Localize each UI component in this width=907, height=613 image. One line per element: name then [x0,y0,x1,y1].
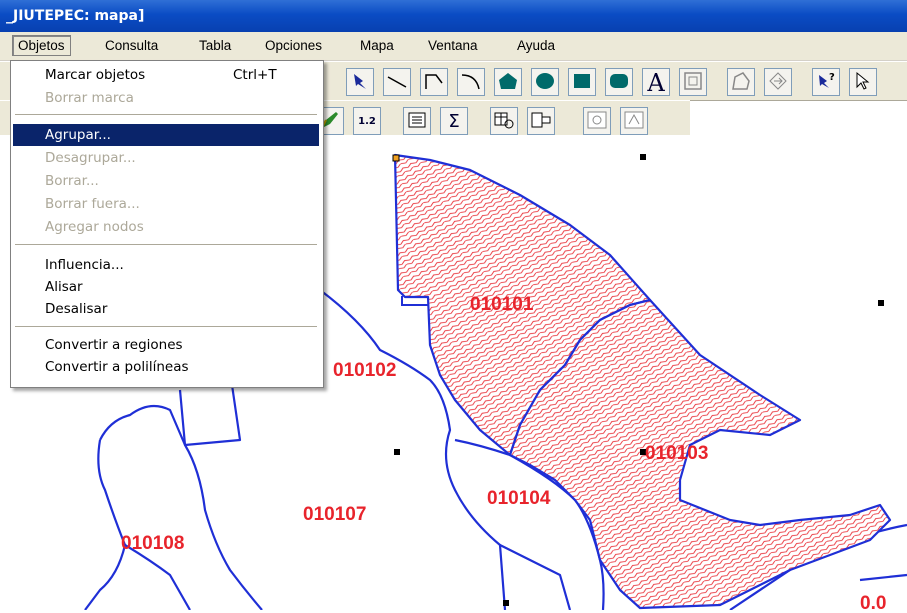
menu-item-convertir-regiones[interactable]: Convertir a regiones [13,334,319,356]
window-title-bar[interactable]: _JIUTEPEC: mapa] [0,0,907,32]
menu-item-label: Agrupar... [45,127,111,143]
menu-item-influencia[interactable]: Influencia... [13,254,319,276]
add-node-tool-icon[interactable] [764,68,792,96]
graph-view-icon[interactable] [527,107,555,135]
region-label-010104: 010104 [487,488,551,509]
menu-item-borrar-fuera[interactable]: Borrar fuera... [13,193,319,215]
text-tool-icon[interactable]: A [642,68,670,97]
ellipse-tool-icon[interactable] [531,68,559,96]
menu-item-desalisar[interactable]: Desalisar [13,298,319,320]
frame-tool-icon[interactable] [679,68,707,96]
table-view-icon[interactable] [490,107,518,135]
menu-item-label: Agregar nodos [45,219,144,235]
region-label-010107: 010107 [303,504,366,525]
reshape-tool-icon[interactable] [727,68,755,96]
region-label-010101: 010101 [470,294,534,315]
menu-item-desagrupar[interactable]: Desagrupar... [13,147,319,169]
menu-item-label: Convertir a regiones [45,337,183,353]
layout-view-icon[interactable] [583,107,611,135]
menu-item-marcar-objetos[interactable]: Marcar objetos Ctrl+T [13,64,319,86]
menu-item-agregar-nodos[interactable]: Agregar nodos [13,216,319,238]
ruler-icon[interactable]: 1.2 [353,107,381,135]
menu-item-borrar[interactable]: Borrar... [13,170,319,192]
menu-objetos[interactable]: Objetos [12,35,71,56]
menu-separator [15,114,317,115]
legend-icon[interactable] [403,107,431,135]
menu-item-label: Alisar [45,279,83,295]
menu-item-label: Borrar marca [45,90,134,106]
menu-ventana[interactable]: Ventana [428,38,478,53]
selection-handle[interactable] [392,154,400,162]
push-pin-icon[interactable] [346,68,374,96]
polyline-tool-icon[interactable] [420,68,448,96]
menu-item-label: Borrar fuera... [45,196,140,212]
select-tool-icon[interactable] [849,68,877,96]
region-label-partial: 0.0 [860,593,886,610]
window-title: _JIUTEPEC: mapa] [6,8,145,24]
rounded-rectangle-tool-icon[interactable] [605,68,633,96]
centroid-marker [640,154,646,160]
info-pin-icon[interactable]: ? [812,68,840,96]
menu-item-label: Borrar... [45,173,99,189]
menu-separator [15,244,317,245]
menu-item-alisar[interactable]: Alisar [13,276,319,298]
menu-tabla[interactable]: Tabla [199,38,231,53]
centroid-marker [394,449,400,455]
menu-bar: Objetos Consulta Tabla Opciones Mapa Ven… [0,32,907,61]
region-label-010102: 010102 [333,360,396,381]
rectangle-tool-icon[interactable] [568,68,596,96]
redistrict-icon[interactable] [620,107,648,135]
arc-tool-icon[interactable] [457,68,485,96]
menu-opciones[interactable]: Opciones [265,38,322,53]
region-label-010108: 010108 [121,533,184,554]
polygon-tool-icon[interactable] [494,68,522,96]
menu-item-convertir-polilineas[interactable]: Convertir a polilíneas [13,356,319,378]
menu-item-label: Convertir a polilíneas [45,359,189,375]
menu-item-borrar-marca[interactable]: Borrar marca [13,87,319,109]
menu-consulta[interactable]: Consulta [105,38,158,53]
menu-item-agrupar[interactable]: Agrupar... [13,124,319,146]
menu-item-label: Marcar objetos [45,67,146,83]
menu-item-shortcut: Ctrl+T [233,67,277,83]
objetos-dropdown-menu: Marcar objetos Ctrl+T Borrar marca Agrup… [10,60,324,388]
statistics-sum-icon[interactable]: Σ [440,107,468,135]
centroid-marker [878,300,884,306]
menu-separator [15,326,317,327]
menu-item-label: Influencia... [45,257,124,273]
svg-text:?: ? [829,72,835,83]
region-label-010103: 010103 [645,443,708,464]
line-tool-icon[interactable] [383,68,411,96]
centroid-marker [503,600,509,606]
menu-ayuda[interactable]: Ayuda [517,38,555,53]
menu-item-label: Desagrupar... [45,150,136,166]
menu-item-label: Desalisar [45,301,108,317]
menu-mapa[interactable]: Mapa [360,38,394,53]
